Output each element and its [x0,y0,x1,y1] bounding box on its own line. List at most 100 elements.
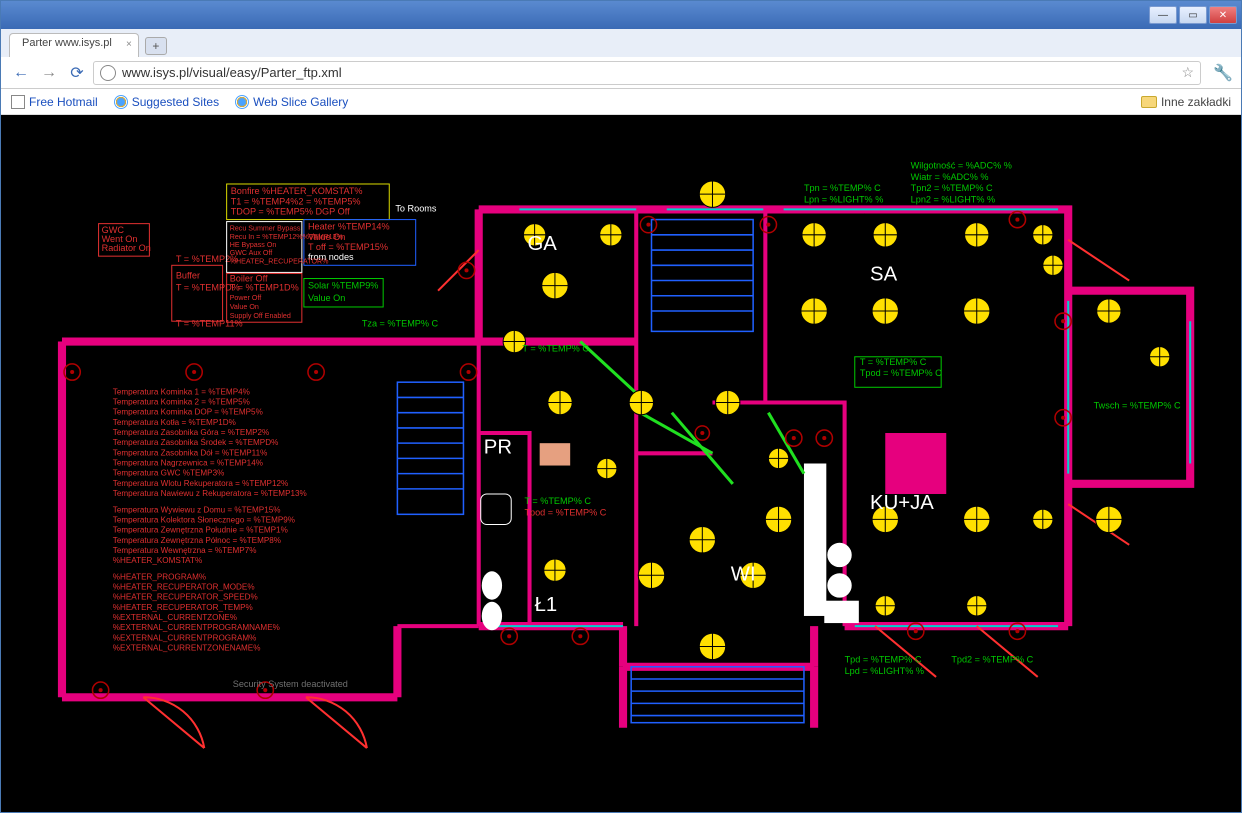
counter [804,464,826,616]
titlebar: — ▭ ✕ [1,1,1241,29]
wall-pr-left [397,342,478,627]
stairs-pr [397,382,463,514]
svg-text:Temperatura Zewnętrzna Północ: Temperatura Zewnętrzna Północ = %TEMP8% [113,536,281,545]
svg-text:Temperatura Wywiewu z Domu = %: Temperatura Wywiewu z Domu = %TEMP15% [113,505,281,514]
svg-text:GWC Aux Off: GWC Aux Off [230,249,273,257]
svg-text:T = %TEMP1D%: T = %TEMP1D% [230,283,299,293]
other-bookmarks[interactable]: Inne zakładki [1141,95,1231,109]
bookmark-web-slice[interactable]: Web Slice Gallery [235,95,348,109]
svg-text:Tza = %TEMP% C: Tza = %TEMP% C [362,318,439,328]
svg-text:Recu In = %TEMP12%%TEMP13%: Recu In = %TEMP12%%TEMP13% [230,233,344,241]
svg-text:T = %TEMP% C: T = %TEMP% C [860,357,927,367]
svg-text:Tpod = %TEMP% C: Tpod = %TEMP% C [860,368,942,378]
svg-text:Buffer: Buffer [176,271,200,281]
svg-text:Temperatura Kolektora Słoneczn: Temperatura Kolektora Słonecznego = %TEM… [113,515,295,524]
room-l1: Ł1 [535,594,558,616]
ie-icon [114,95,128,109]
svg-text:Temperatura Kotła = %TEMP1D%: Temperatura Kotła = %TEMP1D% [113,418,236,427]
svg-text:Tpn2 = %TEMP% C: Tpn2 = %TEMP% C [911,183,993,193]
svg-text:Temperatura Kominka 2 = %TEMP5: Temperatura Kominka 2 = %TEMP5% [113,398,250,407]
tab-strip: Parter www.isys.pl × + [1,29,1241,57]
svg-text:Temperatura Zasobnika Góra = %: Temperatura Zasobnika Góra = %TEMP2% [113,428,269,437]
svg-text:%HEATER_PROGRAM%: %HEATER_PROGRAM% [113,572,206,581]
svg-text:Solar %TEMP9%: Solar %TEMP9% [308,281,379,291]
stairs-ga [651,220,753,332]
svg-text:Wilgotność = %ADC% %: Wilgotność = %ADC% % [911,161,1012,171]
reload-button[interactable]: ⟳ [65,61,89,85]
browser-tab[interactable]: Parter www.isys.pl × [9,33,139,57]
svg-text:%HEATER_RECUPERATOR_MODE%: %HEATER_RECUPERATOR_MODE% [113,583,255,592]
room-pr: PR [484,436,512,458]
svg-text:Lpn = %LIGHT% %: Lpn = %LIGHT% % [804,194,883,204]
wrench-icon[interactable]: 🔧 [1213,63,1233,83]
room-wi: WI [731,563,756,585]
svg-text:Power Off: Power Off [230,294,262,302]
svg-text:Twsch = %TEMP% C: Twsch = %TEMP% C [1094,401,1181,411]
bookmark-star-icon[interactable]: ☆ [1182,64,1195,81]
svg-text:Value On: Value On [308,293,345,303]
folder-icon [1141,96,1157,108]
svg-text:To Rooms: To Rooms [395,203,437,213]
svg-text:Temperatura Kominka DOP = %TEM: Temperatura Kominka DOP = %TEMP5% [113,408,263,417]
svg-text:Supply Off Enabled: Supply Off Enabled [230,312,291,320]
bookmarks-bar: Free Hotmail Suggested Sites Web Slice G… [1,89,1241,115]
floorplan-svg: GA SA PR KU+JA WI Ł1 Wilgotność = %ADC% … [1,115,1241,812]
svg-text:Tpod = %TEMP% C: Tpod = %TEMP% C [524,507,606,517]
svg-text:Temperatura Zewnętrzna Południ: Temperatura Zewnętrzna Południe = %TEMP1… [113,526,288,535]
svg-text:T off = %TEMP15%: T off = %TEMP15% [308,242,388,252]
minimize-button[interactable]: — [1149,6,1177,24]
page-icon [11,95,25,109]
svg-text:Lpd = %LIGHT% %: Lpd = %LIGHT% % [845,666,924,676]
stairs-entry [631,667,804,723]
close-button[interactable]: ✕ [1209,6,1237,24]
maximize-button[interactable]: ▭ [1179,6,1207,24]
svg-text:Temperatura Kominka 1 = %TEMP4: Temperatura Kominka 1 = %TEMP4% [113,387,250,396]
svg-text:Temperatura Zasobnika Środek =: Temperatura Zasobnika Środek = %TEMPD% [113,436,279,447]
room-sa: SA [870,264,898,286]
svg-text:%EXTERNAL_CURRENTPROGRAMNAME%: %EXTERNAL_CURRENTPROGRAMNAME% [113,623,280,632]
address-bar[interactable]: ☆ [93,61,1201,85]
forward-button[interactable]: → [37,61,61,85]
svg-text:%HEATER_RECUPERATOR_SPEED%: %HEATER_RECUPERATOR_SPEED% [113,593,258,602]
svg-text:Temperatura Wewnętrzna = %TEMP: Temperatura Wewnętrzna = %TEMP7% [113,546,257,555]
ie-icon [235,95,249,109]
url-input[interactable] [122,65,1182,80]
page-content: GA SA PR KU+JA WI Ł1 Wilgotność = %ADC% … [1,115,1241,812]
svg-text:%EXTERNAL_CURRENTZONENAME%: %EXTERNAL_CURRENTZONENAME% [113,644,261,653]
browser-window: — ▭ ✕ Parter www.isys.pl × + ← → ⟳ ☆ 🔧 F… [0,0,1242,813]
back-button[interactable]: ← [9,61,33,85]
temps-list: Temperatura Kominka 1 = %TEMP4% Temperatu… [113,387,307,652]
svg-text:%EXTERNAL_CURRENTZONE%: %EXTERNAL_CURRENTZONE% [113,613,237,622]
svg-text:Wiatr = %ADC% %: Wiatr = %ADC% % [911,172,989,182]
svg-text:Lpn2 = %LIGHT% %: Lpn2 = %LIGHT% % [911,194,995,204]
svg-text:%EXTERNAL_CURRENTPROGRAM%: %EXTERNAL_CURRENTPROGRAM% [113,633,257,642]
svg-text:T = %TEMP% C: T = %TEMP% C [522,344,589,354]
toolbar: ← → ⟳ ☆ 🔧 [1,57,1241,89]
tab-close-icon[interactable]: × [126,39,132,50]
svg-text:Value On: Value On [230,303,259,311]
svg-text:Bonfire %HEATER_KOMSTAT%: Bonfire %HEATER_KOMSTAT% [231,186,363,196]
block-sa [885,433,946,494]
svg-text:Recu Summer Bypass: Recu Summer Bypass [230,225,301,233]
security-text: Security System deactivated [233,679,348,689]
svg-text:Tpn = %TEMP% C: Tpn = %TEMP% C [804,183,881,193]
svg-text:Tpd2 = %TEMP% C: Tpd2 = %TEMP% C [951,655,1033,665]
svg-text:Radiator On: Radiator On [102,243,151,253]
globe-icon [100,65,116,81]
svg-text:T1 = %TEMP4%2 = %TEMP5%: T1 = %TEMP4%2 = %TEMP5% [231,196,361,206]
bookmark-suggested-sites[interactable]: Suggested Sites [114,95,219,109]
svg-text:Heater %TEMP14%: Heater %TEMP14% [308,222,390,232]
tab-label: Parter www.isys.pl [22,37,112,49]
svg-text:Temperatura GWC %TEMP3%: Temperatura GWC %TEMP3% [113,469,225,478]
new-tab-button[interactable]: + [145,37,167,55]
room-kuja: KU+JA [870,492,934,514]
svg-text:Tpd = %TEMP% C: Tpd = %TEMP% C [845,655,922,665]
svg-text:Temperatura Nawiewu z Rekupera: Temperatura Nawiewu z Rekuperatora = %TE… [113,489,307,498]
wall-east-wing [1068,291,1190,484]
svg-text:Temperatura Zasobnika Dół = %T: Temperatura Zasobnika Dół = %TEMP11% [113,448,268,457]
room-ga: GA [527,233,557,255]
wall-entry [623,667,814,728]
svg-text:Temperatura Wlotu Rekuperatora: Temperatura Wlotu Rekuperatora = %TEMP12… [113,479,288,488]
bookmark-free-hotmail[interactable]: Free Hotmail [11,95,98,109]
svg-text:T = %TEMP% C: T = %TEMP% C [524,496,591,506]
